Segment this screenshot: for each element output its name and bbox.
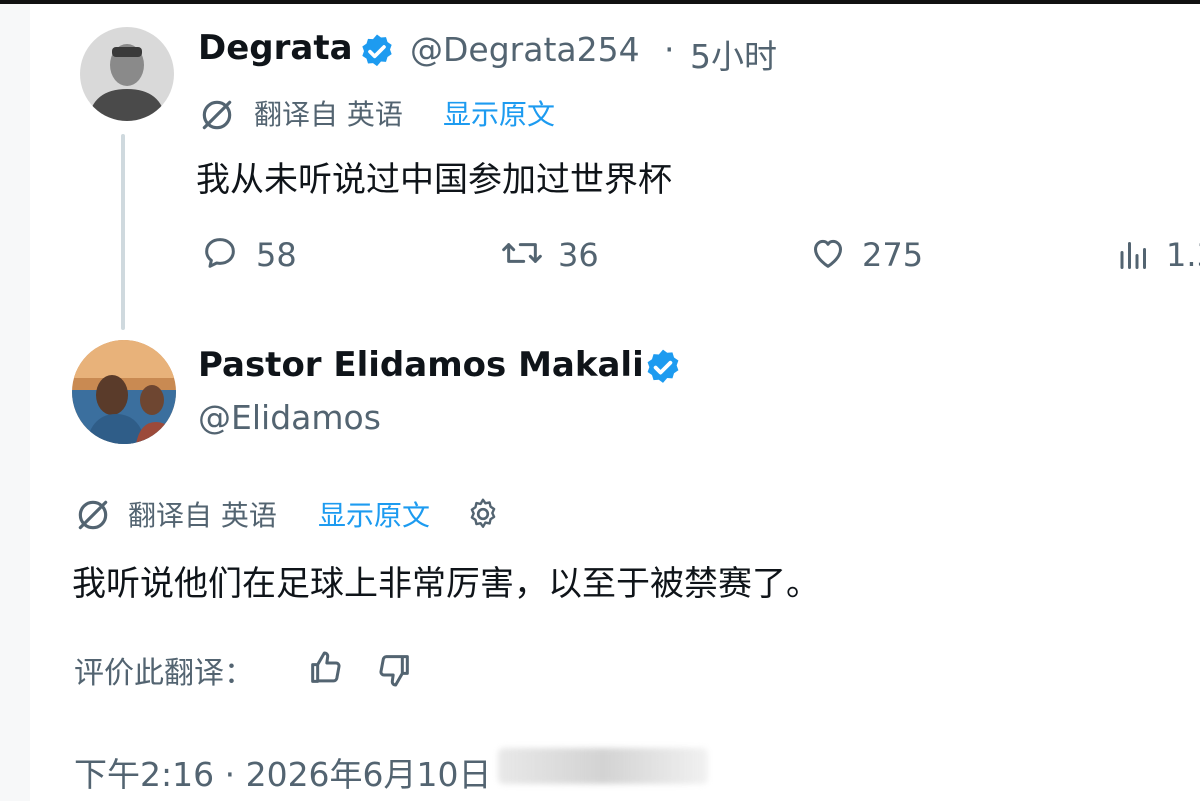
thumbs-down-icon[interactable] [374,650,414,690]
show-original-link[interactable]: 显示原文 [443,93,555,133]
author-name[interactable]: Degrata [198,28,353,68]
watermark-blur [498,748,708,784]
thread-connector-line [121,134,125,330]
views-icon[interactable] [1114,236,1154,272]
avatar-elidamos[interactable] [72,340,176,444]
thumbs-up-icon[interactable] [306,648,346,688]
show-original-link[interactable]: 显示原文 [318,494,430,534]
author-handle[interactable]: @Degrata254 [410,30,640,69]
post-time[interactable]: 5小时 [690,30,777,78]
translated-from-label: 翻译自 英语 [128,499,277,532]
translate-icon [202,100,232,130]
author-handle[interactable]: @Elidamos [198,398,381,437]
translate-icon [78,500,108,530]
top-border [0,0,1200,4]
view-count: 1.3 [1166,236,1200,274]
separator-dot: · [664,30,675,69]
verified-badge-icon [362,34,392,67]
retweet-icon[interactable] [500,233,544,273]
tweet-text: 我从未听说过中国参加过世界杯 [196,160,672,200]
like-icon[interactable] [806,233,850,273]
avatar-degrata[interactable] [80,27,174,121]
like-count: 275 [862,236,924,274]
reply-count: 58 [256,236,297,274]
author-name[interactable]: Pastor Elidamos Makali [198,345,644,385]
reply-icon[interactable] [200,233,240,273]
tweet-text: 我听说他们在足球上非常厉害，以至于被禁赛了。 [72,564,820,604]
translated-from-label: 翻译自 英语 [254,98,403,131]
rate-translation-label: 评价此翻译： [74,656,254,691]
retweet-count: 36 [558,236,599,274]
left-margin [0,4,30,801]
settings-gear-icon[interactable] [465,496,501,532]
verified-badge-icon [647,349,679,383]
post-timestamp[interactable]: 下午2:16 · 2026年6月10日 [74,748,492,796]
